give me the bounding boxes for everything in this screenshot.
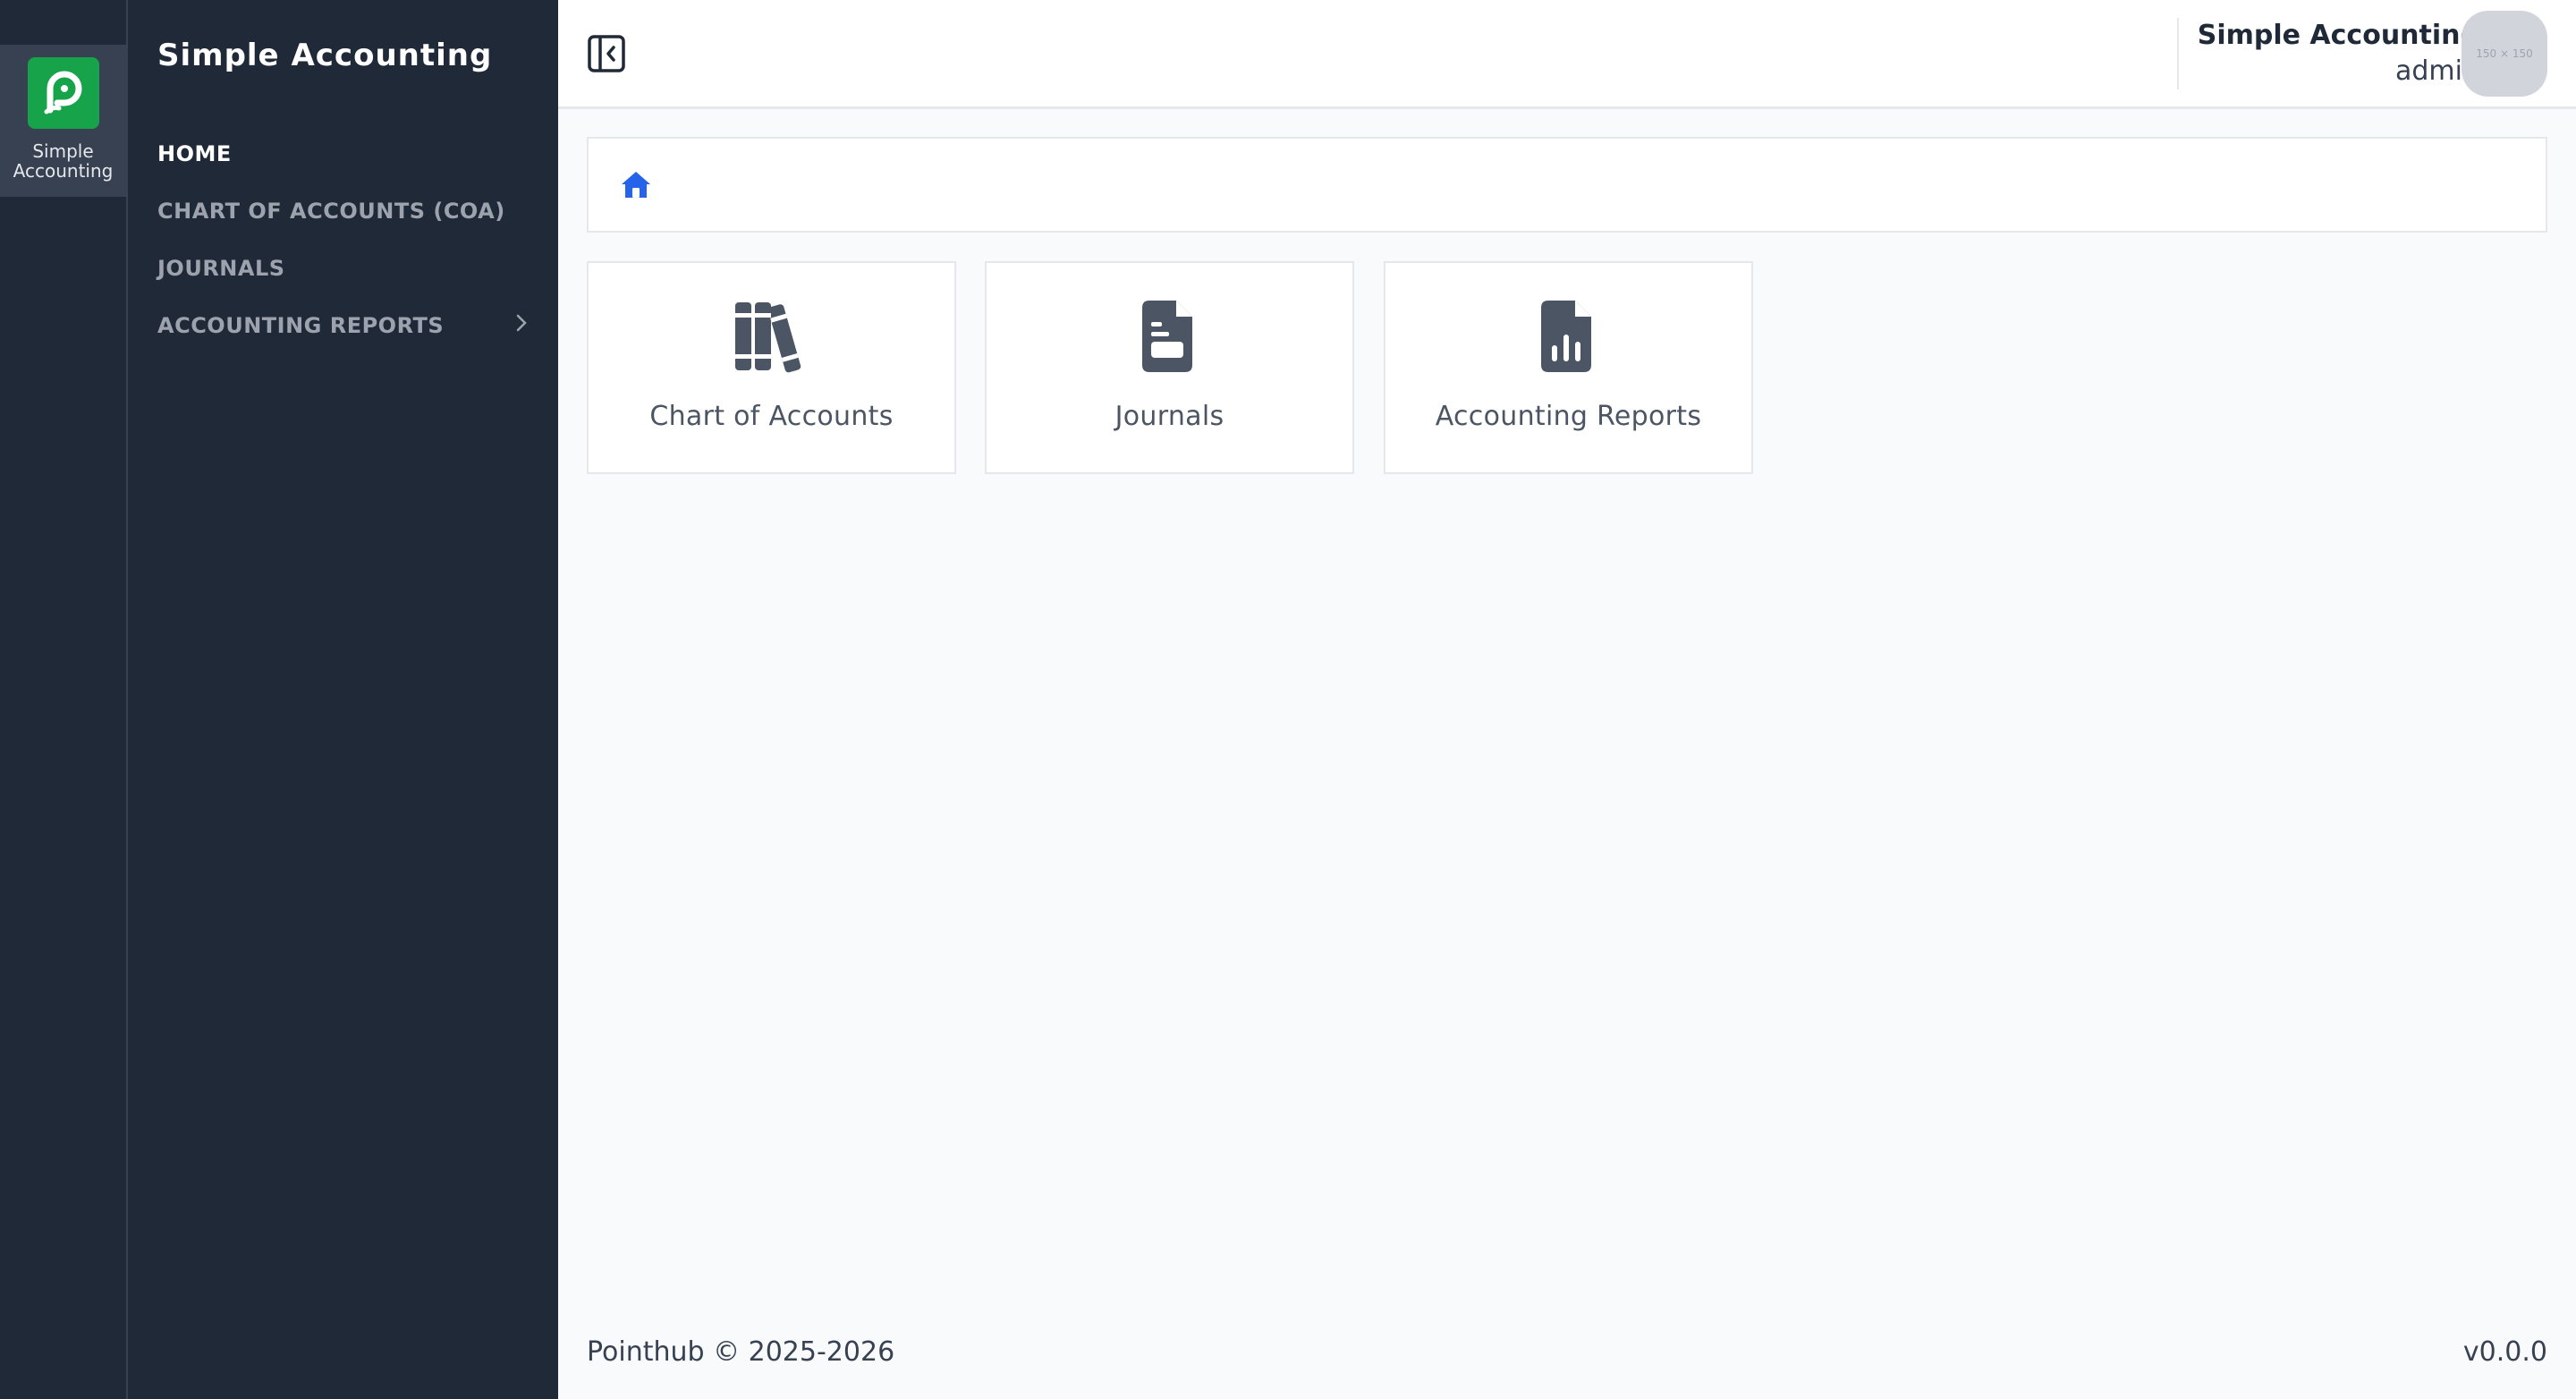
card-accounting-reports[interactable]: Accounting Reports	[1384, 261, 1753, 474]
sidebar-collapse-icon[interactable]	[587, 34, 626, 73]
footer-version: v0.0.0	[2462, 1336, 2547, 1368]
sidebar-item-accounting-reports[interactable]: ACCOUNTING REPORTS	[157, 297, 533, 354]
card-label: Chart of Accounts	[649, 401, 894, 432]
rail-app-label: Simple Accounting	[13, 140, 114, 182]
user-menu[interactable]: Simple Accounting admin	[2198, 18, 2479, 89]
sidebar-item-home[interactable]: HOME	[157, 125, 533, 182]
card-label: Accounting Reports	[1435, 401, 1702, 432]
user-app-name: Simple Accounting	[2197, 20, 2479, 51]
chevron-right-icon	[515, 312, 528, 339]
header-divider	[2177, 18, 2179, 89]
sidebar-item-label: HOME	[157, 141, 232, 166]
rail-app-simple-accounting[interactable]: Simple Accounting	[0, 45, 126, 197]
sidebar-item-journals[interactable]: JOURNALS	[157, 240, 533, 297]
card-label: Journals	[1114, 401, 1224, 432]
sidebar-menu: HOME CHART OF ACCOUNTS (COA) JOURNALS AC…	[157, 125, 533, 354]
app-rail: Simple Accounting	[0, 0, 128, 1399]
sidebar-item-chart-of-accounts[interactable]: CHART OF ACCOUNTS (COA)	[157, 182, 533, 240]
sidebar-item-label: JOURNALS	[157, 256, 285, 281]
sidebar-title: Simple Accounting	[157, 38, 493, 73]
username: admin	[2395, 55, 2479, 87]
sidebar-item-label: CHART OF ACCOUNTS (COA)	[157, 199, 505, 224]
file-chart-icon	[1529, 299, 1609, 374]
sidebar-item-label: ACCOUNTING REPORTS	[157, 313, 445, 338]
books-icon	[732, 299, 812, 374]
avatar[interactable]: 150 × 150	[2462, 11, 2547, 97]
file-lines-icon	[1130, 299, 1210, 374]
sidebar: Simple Accounting HOME CHART OF ACCOUNTS…	[128, 0, 558, 1399]
top-header: Simple Accounting admin 150 × 150	[558, 0, 2576, 109]
home-icon[interactable]	[619, 168, 653, 202]
card-chart-of-accounts[interactable]: Chart of Accounts	[587, 261, 956, 474]
avatar-placeholder-text: 150 × 150	[2476, 47, 2533, 60]
card-journals[interactable]: Journals	[985, 261, 1354, 474]
footer-copyright: Pointhub © 2025-2026	[587, 1336, 895, 1368]
pointhub-logo-icon	[27, 57, 99, 129]
breadcrumb	[587, 137, 2547, 233]
